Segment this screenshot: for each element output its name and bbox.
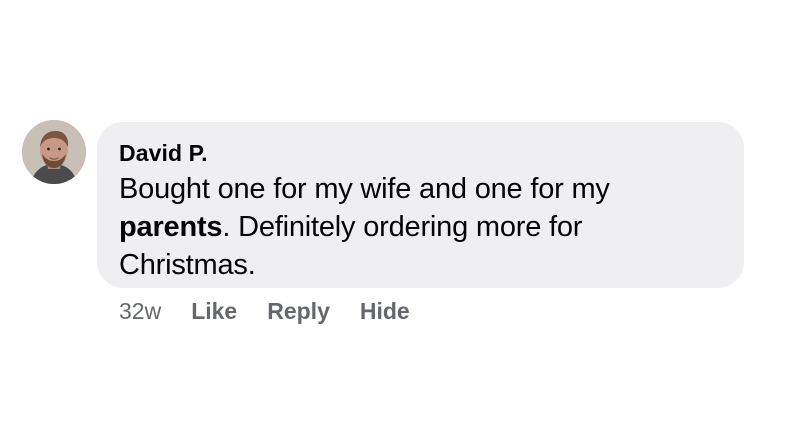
comment-timestamp[interactable]: 32w	[119, 296, 161, 326]
comment-text-bold: parents	[119, 211, 223, 243]
hide-button[interactable]: Hide	[360, 296, 410, 326]
like-button[interactable]: Like	[191, 296, 237, 326]
avatar[interactable]	[22, 120, 86, 184]
comment-author[interactable]: David P.	[119, 138, 724, 168]
comment-bubble: David P. Bought one for my wife and one …	[97, 122, 744, 288]
reply-button[interactable]: Reply	[267, 296, 330, 326]
comment-actions: 32w Like Reply Hide	[119, 296, 410, 326]
profile-photo-icon	[22, 120, 86, 184]
comment-text: Bought one for my wife and one for my pa…	[119, 170, 724, 284]
comment-text-before: Bought one for my wife and one for my	[119, 173, 610, 205]
